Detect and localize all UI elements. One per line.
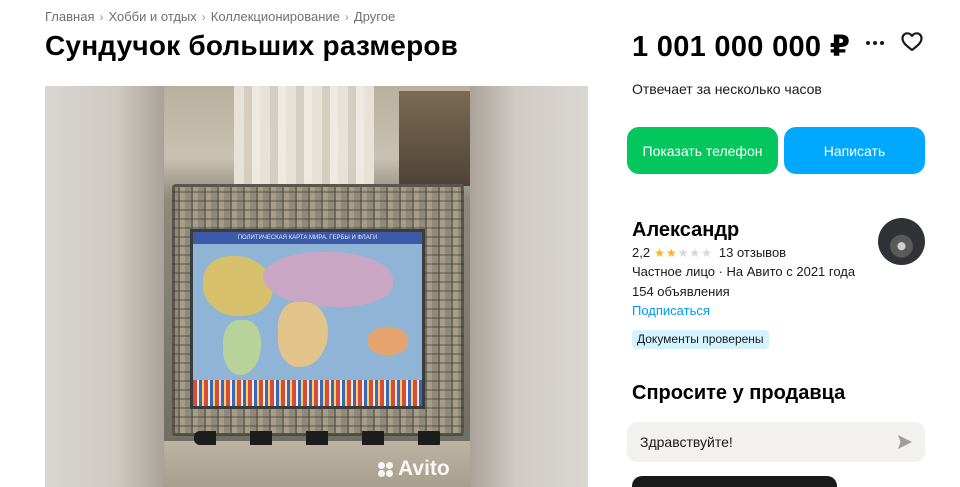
response-time: Отвечает за несколько часов (632, 81, 822, 97)
photo-curtain (234, 86, 374, 186)
star-icon: ★ (677, 245, 689, 260)
map-land (278, 302, 328, 367)
breadcrumb-separator-icon: › (344, 9, 349, 24)
message-input[interactable] (640, 434, 880, 450)
breadcrumb-separator-icon: › (99, 9, 104, 24)
seller-rating-row: 2,2 ★ ★ ★ ★ ★ 13 отзывов (632, 245, 786, 260)
photo-gallery[interactable]: ПОЛИТИЧЕСКАЯ КАРТА МИРА. ГЕРБЫ И ФЛАГИ (45, 86, 588, 487)
star-icon: ★ (701, 245, 712, 260)
main-photo[interactable]: ПОЛИТИЧЕСКАЯ КАРТА МИРА. ГЕРБЫ И ФЛАГИ (164, 86, 470, 487)
breadcrumb-separator-icon: › (201, 9, 206, 24)
page-title: Сундучок больших размеров (45, 30, 459, 61)
subscribe-link[interactable]: Подписаться (632, 303, 710, 318)
rating-stars: ★ ★ ★ ★ ★ (654, 246, 712, 260)
photo-world-map: ПОЛИТИЧЕСКАЯ КАРТА МИРА. ГЕРБЫ И ФЛАГИ (190, 229, 425, 409)
seller-avatar[interactable] (878, 218, 925, 265)
map-land (223, 320, 261, 375)
breadcrumb-item-home[interactable]: Главная (45, 9, 94, 24)
more-dots-icon[interactable] (863, 30, 887, 54)
gallery-blur-left (45, 86, 165, 487)
seller-type: Частное лицо · На Авито с 2021 года (632, 264, 856, 279)
photo-chest: ПОЛИТИЧЕСКАЯ КАРТА МИРА. ГЕРБЫ И ФЛАГИ (172, 184, 464, 436)
photo-shelf (399, 91, 470, 186)
map-flags-strip (193, 380, 422, 406)
star-icon: ★ (665, 245, 677, 260)
avito-logo-icon (378, 461, 396, 477)
write-message-button[interactable]: Написать (784, 127, 925, 174)
map-caption: ПОЛИТИЧЕСКАЯ КАРТА МИРА. ГЕРБЫ И ФЛАГИ (193, 232, 422, 244)
rating-value: 2,2 (632, 245, 651, 260)
show-phone-button[interactable]: Показать телефон (627, 127, 778, 174)
map-land (203, 256, 273, 316)
map-land (368, 327, 408, 355)
seller-name[interactable]: Александр (632, 219, 739, 242)
star-icon: ★ (654, 245, 665, 260)
message-field[interactable] (627, 422, 925, 462)
photo-chest-feet (194, 431, 444, 445)
documents-verified-badge: Документы проверены (632, 330, 769, 349)
ask-seller-title: Спросите у продавца (632, 382, 846, 404)
breadcrumb-item-hobby[interactable]: Хобби и отдых (108, 9, 196, 24)
watermark-text: Avito (398, 457, 450, 480)
heart-icon[interactable] (900, 30, 924, 54)
dark-action-button[interactable] (632, 476, 837, 487)
price: 1 001 000 000 ₽ (632, 31, 851, 63)
send-arrow-icon[interactable] (896, 433, 914, 451)
breadcrumb: Главная › Хобби и отдых › Коллекциониров… (45, 9, 395, 24)
seller-ads-count[interactable]: 154 объявления (632, 284, 730, 299)
star-icon: ★ (689, 245, 701, 260)
avito-watermark: Avito (378, 457, 450, 481)
reviews-link[interactable]: 13 отзывов (719, 245, 786, 260)
breadcrumb-item-other[interactable]: Другое (354, 9, 395, 24)
map-land (263, 252, 393, 307)
gallery-blur-right (468, 86, 588, 487)
breadcrumb-item-collecting[interactable]: Коллекционирование (211, 9, 340, 24)
